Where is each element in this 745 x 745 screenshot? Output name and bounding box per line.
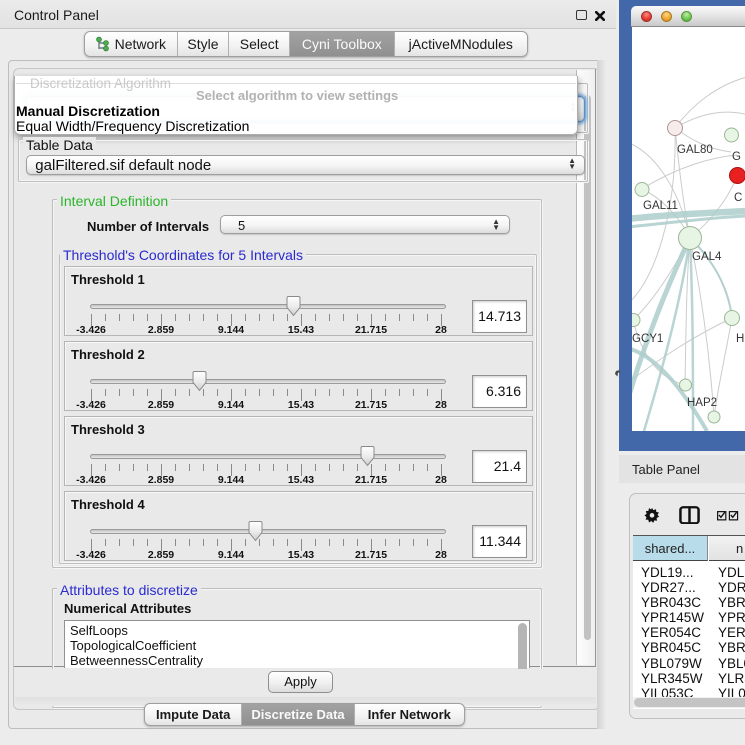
svg-text:G: G xyxy=(732,151,741,163)
svg-text:HAP2: HAP2 xyxy=(687,397,717,409)
svg-text:C: C xyxy=(734,192,742,204)
svg-text:GCY1: GCY1 xyxy=(632,333,663,345)
svg-text:GAL4: GAL4 xyxy=(692,251,722,263)
svg-text:H: H xyxy=(736,333,744,345)
svg-text:GAL11: GAL11 xyxy=(643,200,678,212)
svg-text:GAL80: GAL80 xyxy=(677,144,713,156)
